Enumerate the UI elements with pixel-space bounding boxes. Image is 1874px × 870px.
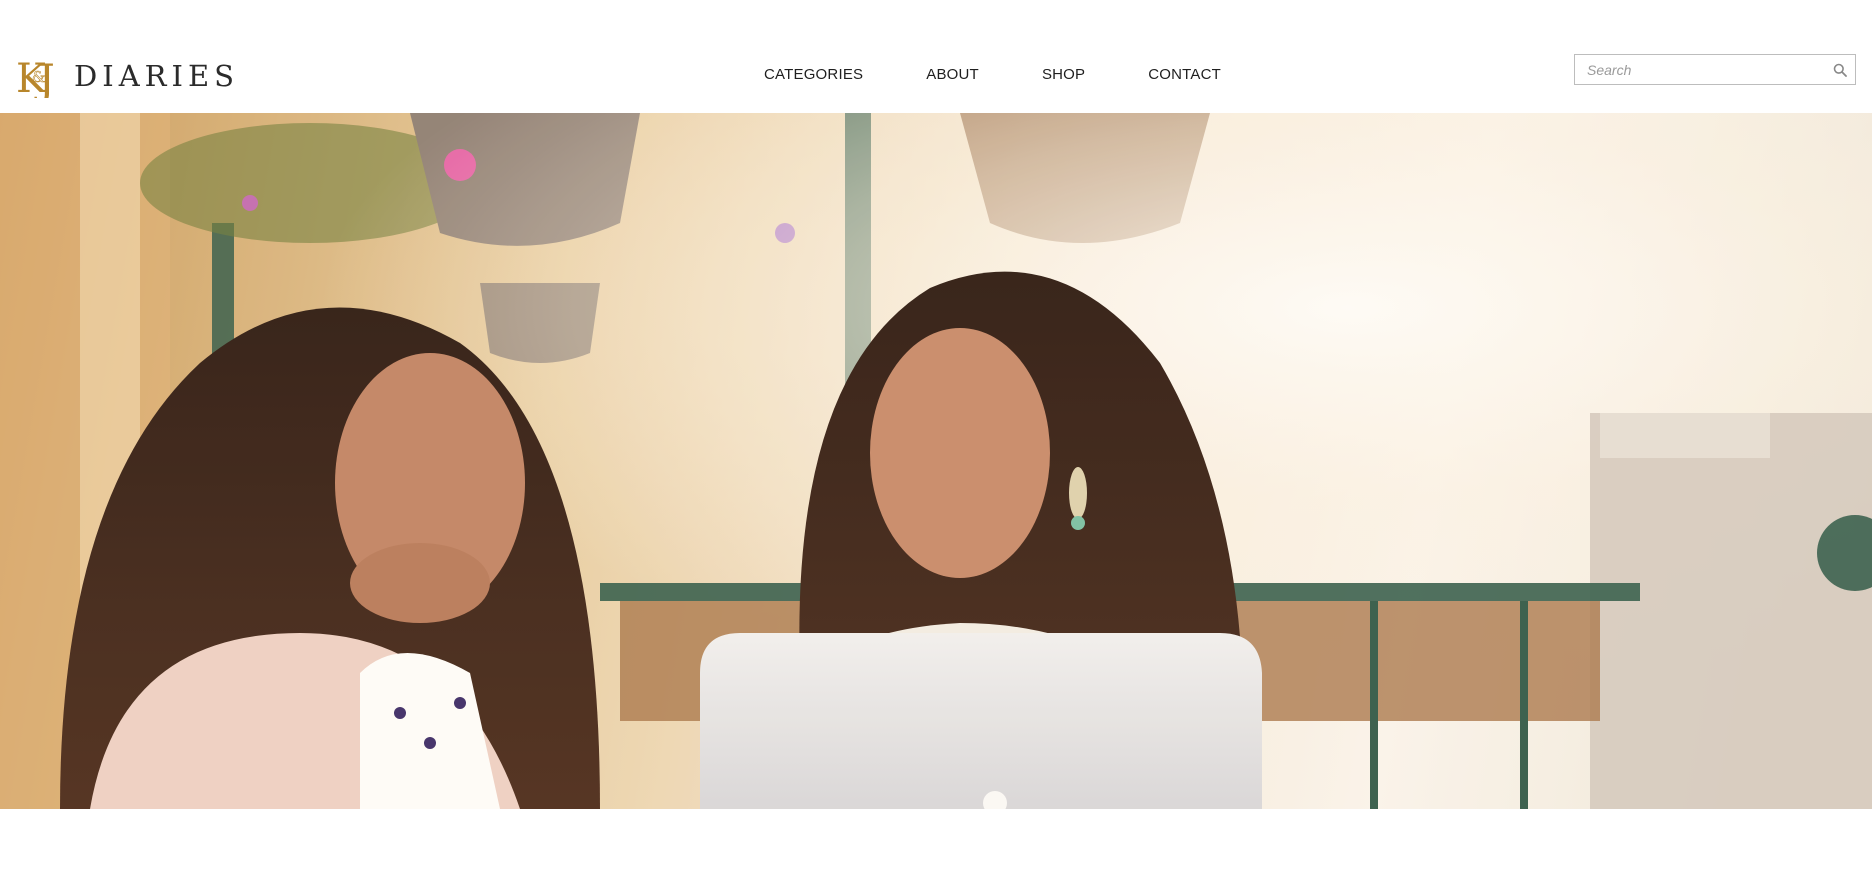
- nav-item-shop[interactable]: SHOP: [1042, 66, 1085, 83]
- kj-logo-mark-icon: K J &: [16, 55, 55, 98]
- nav-item-categories[interactable]: CATEGORIES: [764, 66, 863, 83]
- site-logo[interactable]: K J & DIARIES: [16, 54, 239, 98]
- site-name: DIARIES: [74, 59, 239, 93]
- site-header: K J & DIARIES CATEGORIES ABOUT SHOP CONT…: [0, 0, 1874, 113]
- hero-photo: [0, 113, 1872, 809]
- page: K J & DIARIES CATEGORIES ABOUT SHOP CONT…: [0, 0, 1874, 870]
- main-nav: CATEGORIES ABOUT SHOP CONTACT: [764, 66, 1221, 83]
- search-input[interactable]: [1575, 55, 1825, 84]
- nav-item-about[interactable]: ABOUT: [926, 66, 979, 83]
- svg-text:&: &: [32, 68, 45, 86]
- hero-illustration: [0, 113, 1872, 809]
- search-box: [1574, 54, 1856, 85]
- search-icon[interactable]: [1833, 63, 1847, 77]
- nav-item-contact[interactable]: CONTACT: [1148, 66, 1221, 83]
